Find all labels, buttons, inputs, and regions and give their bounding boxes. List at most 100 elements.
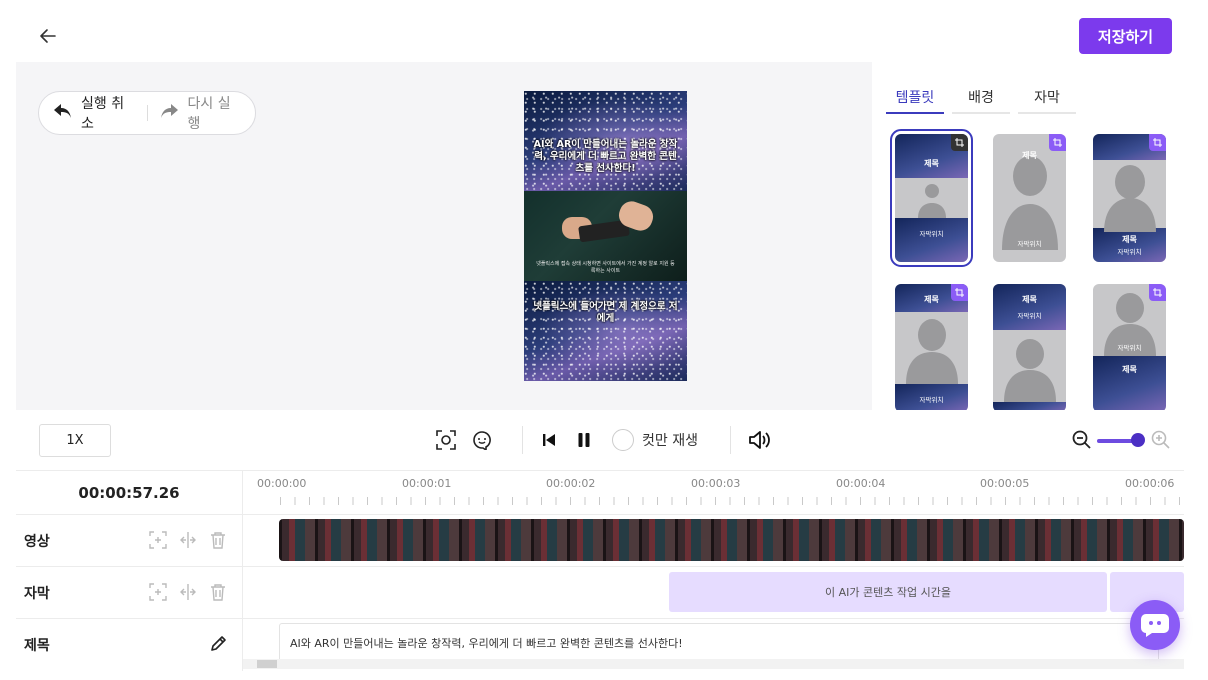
preview-background-bottom (524, 281, 687, 381)
template-card-4[interactable]: 제목 자막위치 (895, 284, 968, 410)
volume-icon[interactable] (748, 429, 770, 451)
ruler-label: 00:00:00 (257, 477, 307, 490)
template-subtitle-label: 자막위치 (1017, 240, 1042, 248)
template-subtitle-label: 자막위치 (1117, 344, 1142, 352)
crop-icon (951, 284, 968, 301)
current-time: 00:00:57.26 (16, 471, 243, 514)
ruler-label: 00:00:03 (691, 477, 741, 490)
crop-icon (1149, 134, 1166, 151)
template-card-3[interactable]: 제목 자막위치 (1093, 134, 1166, 262)
template-card-2[interactable]: 제목 자막위치 (993, 134, 1066, 262)
track-tools (148, 582, 228, 602)
cut-only-label: 컷만 재생 (642, 433, 698, 449)
split-icon[interactable] (178, 530, 198, 550)
undo-button[interactable]: 실행 취소 (53, 93, 135, 133)
track-name: 영상 (24, 534, 50, 550)
fit-icon[interactable] (148, 582, 168, 602)
ruler-label: 00:00:06 (1125, 477, 1175, 490)
tab-background[interactable]: 배경 (952, 82, 1010, 114)
track-tools (148, 530, 228, 550)
zoom-in-icon[interactable] (1150, 429, 1172, 451)
template-title-label: 제목 (1122, 235, 1137, 244)
person-silhouette-icon (1103, 165, 1156, 232)
editor-app: 저장하기 실행 취소 다시 실행 넷플릭스에 접속 상태 시청하면 사이트에서 … (0, 0, 1208, 680)
template-card-6[interactable]: 자막위치 제목 (1093, 284, 1166, 410)
template-title-label: 제목 (1022, 295, 1037, 304)
top-bar: 저장하기 (0, 0, 1208, 62)
fit-icon[interactable] (148, 530, 168, 550)
chat-icon (1141, 614, 1169, 637)
split-icon[interactable] (178, 582, 198, 602)
speed-button[interactable]: 1X (39, 424, 111, 457)
video-preview[interactable]: 넷플릭스에 접속 상태 시청하면 사이트에서 가진 계정 알로 지원 등록하는 … (524, 91, 687, 381)
person-silhouette-icon (1003, 339, 1056, 402)
person-silhouette-icon (905, 319, 958, 384)
ruler-label: 00:00:05 (980, 477, 1030, 490)
capture-icon[interactable] (435, 429, 457, 451)
person-silhouette-icon (1001, 156, 1058, 250)
track-name: 제목 (24, 638, 50, 654)
redo-button[interactable]: 다시 실행 (159, 93, 241, 133)
undo-icon (53, 102, 73, 124)
video-clip-strip[interactable] (279, 519, 1184, 561)
ruler-label: 00:00:02 (546, 477, 596, 490)
undo-label: 실행 취소 (81, 96, 125, 132)
track-tools (208, 634, 228, 654)
title-clip[interactable]: AI와 AR이 만들어내는 놀라운 창작력, 우리에게 더 빠르고 완벽한 콘텐… (279, 623, 1159, 663)
scrollbar-thumb[interactable] (257, 660, 277, 668)
cut-only-toggle[interactable]: 컷만 재생 (612, 429, 698, 451)
template-subtitle-label: 자막위치 (919, 396, 944, 404)
ruler-label: 00:00:01 (402, 477, 452, 490)
timeline: 00:00:57.26 00:00:00 00:00:01 00:00:02 0… (16, 470, 1184, 671)
preview-area: 실행 취소 다시 실행 넷플릭스에 접속 상태 시청하면 사이트에서 가진 계정… (16, 62, 872, 410)
template-card-1[interactable]: 제목 자막위치 (890, 129, 973, 267)
subtitle-clip[interactable]: 이 AI가 콘텐츠 작업 시간을 (669, 572, 1107, 612)
template-subtitle-label: 자막위치 (919, 230, 944, 238)
divider (146, 105, 148, 121)
template-subtitle-label: 자막위치 (1017, 312, 1042, 320)
track-header: 영상 (16, 515, 243, 567)
track-subtitle: 자막 이 AI가 콘텐츠 작업 시간을 (16, 566, 1184, 619)
track-header: 자막 (16, 567, 243, 619)
ruler-ticks (280, 497, 1184, 505)
pencil-icon[interactable] (208, 634, 228, 654)
preview-video-frame: 넷플릭스에 접속 상태 시청하면 사이트에서 가진 계정 알로 지원 등록하는 … (524, 191, 687, 281)
preview-title-text[interactable]: AI와 AR이 만들어내는 놀라운 창작력, 우리에게 더 빠르고 완벽한 콘텐… (530, 139, 681, 175)
pause-icon[interactable] (573, 429, 595, 451)
crop-icon (951, 134, 968, 151)
crop-icon (1049, 134, 1066, 151)
back-arrow-icon[interactable] (36, 24, 60, 48)
toggle-circle[interactable] (612, 429, 634, 451)
redo-label: 다시 실행 (187, 96, 231, 132)
history-controls: 실행 취소 다시 실행 (38, 91, 256, 135)
person-silhouette-icon (917, 184, 946, 218)
template-title-label: 제목 (924, 159, 939, 168)
playback-controls: 1X 컷만 재생 (16, 410, 1184, 470)
tab-subtitle[interactable]: 자막 (1018, 82, 1076, 114)
trash-icon[interactable] (208, 530, 228, 550)
panel-tabs: 템플릿 배경 자막 (886, 82, 1076, 114)
template-title-label: 제목 (1122, 365, 1137, 374)
zoom-out-icon[interactable] (1071, 429, 1093, 451)
track-video: 영상 (16, 514, 1184, 567)
template-card-5[interactable]: 제목 자막위치 (993, 284, 1066, 410)
face-icon[interactable] (471, 429, 493, 451)
track-header: 제목 (16, 619, 243, 671)
track-name: 자막 (24, 586, 50, 602)
tab-template[interactable]: 템플릿 (886, 82, 944, 114)
preview-subtitle-text[interactable]: 넷플릭스에 들어가면 제 계정으로 저에게 (530, 301, 681, 325)
template-panel: 템플릿 배경 자막 제목 자막위치 제목 자막위치 제목 자막위치 제목 자막위… (872, 62, 1184, 410)
skip-start-icon[interactable] (538, 429, 560, 451)
time-ruler[interactable]: 00:00:00 00:00:01 00:00:02 00:00:03 00:0… (243, 471, 1184, 514)
timeline-scrollbar[interactable] (243, 659, 1184, 669)
save-button[interactable]: 저장하기 (1079, 18, 1172, 54)
preview-small-caption: 넷플릭스에 접속 상태 시청하면 사이트에서 가진 계정 알로 지원 등록하는 … (536, 261, 675, 274)
template-subtitle-label: 자막위치 (1117, 248, 1142, 256)
chat-button[interactable] (1130, 600, 1180, 650)
redo-icon (159, 102, 179, 124)
trash-icon[interactable] (208, 582, 228, 602)
template-title-label: 제목 (1022, 151, 1037, 160)
ruler-label: 00:00:04 (836, 477, 886, 490)
zoom-slider-handle[interactable] (1131, 433, 1145, 447)
crop-icon (1149, 284, 1166, 301)
